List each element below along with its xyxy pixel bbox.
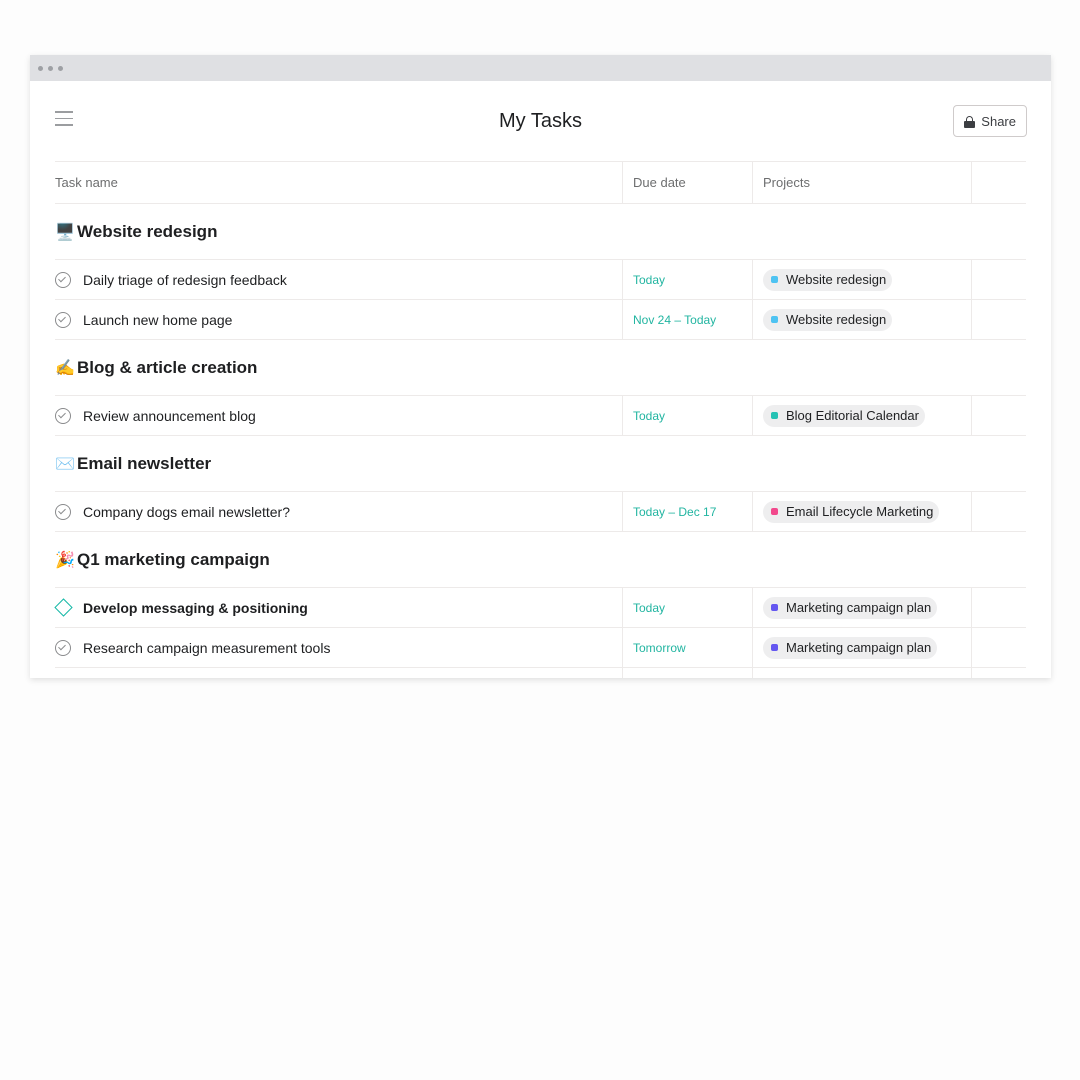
project-pill[interactable]: Marketing campaign plan [763,636,938,659]
project-color-dot [771,276,778,283]
task-row[interactable]: Daily triage of redesign feedback Today We… [55,260,1026,300]
projects-cell: Website redesign [752,260,971,299]
task-row[interactable]: Launch new home page Nov 24 – Today Websit… [55,300,1026,340]
task-name[interactable]: Company dogs email newsletter? [83,504,290,520]
projects-cell: Blog Editorial Calendar [752,396,971,435]
project-color-dot [771,412,778,419]
task-row[interactable]: Review announcement blog Today Blog Editor… [55,396,1026,436]
complete-check-icon[interactable] [55,407,71,424]
window-control-dot[interactable] [58,65,63,71]
section-header[interactable]: ✍️ Blog & article creation [55,340,1026,396]
extra-cell [971,300,1026,339]
page-header: My Tasks Share [30,81,1051,161]
due-date-cell[interactable]: Today [622,396,752,435]
extra-cell [971,588,1026,627]
project-name: Blog Editorial Calendar [786,408,919,423]
section-header[interactable]: 🖥️ Website redesign [55,204,1026,260]
complete-check-icon[interactable] [55,311,71,328]
section-emoji-icon: 🖥️ [55,223,75,241]
section-header[interactable]: 🎉 Q1 marketing campaign [55,532,1026,588]
task-name-cell: Daily triage of redesign feedback [55,260,622,299]
milestone-diamond-icon[interactable] [54,598,73,617]
task-name[interactable]: Research campaign measurement tools [83,640,330,656]
project-name: Website redesign [786,312,887,327]
project-pill[interactable]: Blog Editorial Calendar [763,404,925,427]
project-name: Marketing campaign plan [786,600,932,615]
project-pill[interactable]: Marketing campaign plan [763,596,938,619]
task-row[interactable]: Develop messaging & positioning Today Mark… [54,588,1026,628]
task-name[interactable]: Launch new home page [83,312,232,328]
project-pill[interactable]: Website redesign [763,308,893,331]
section-header[interactable]: ✉️ Email newsletter [55,436,1026,492]
projects-cell: Marketing campaign plan [752,588,971,627]
complete-check-icon[interactable] [55,271,71,288]
task-row[interactable]: Company dogs email newsletter? Today – De… [55,492,1026,532]
table-header-row: Task name Due date Projects [55,161,1026,204]
projects-cell: Email Lifecycle Marketing [752,492,971,531]
extra-cell [971,492,1026,531]
project-color-dot [771,644,778,651]
due-date-cell[interactable]: Today [622,260,752,299]
window-control-dot[interactable] [38,65,43,71]
task-name-cell: Research campaign measurement tools [55,628,622,667]
window-control-dot[interactable] [48,65,53,71]
due-date-cell[interactable]: Nov 24 – Today [622,300,752,339]
column-header-extra [971,162,1026,203]
extra-cell [971,396,1026,435]
project-name: Marketing campaign plan [786,640,932,655]
projects-cell: Marketing campaign plan [752,628,971,667]
project-color-dot [771,508,778,515]
column-header-projects[interactable]: Projects [752,162,971,203]
table-row-partial [55,668,1026,678]
section-title: Website redesign [77,221,218,241]
sections-container: 🖥️ Website redesign Daily triage of redesi… [54,204,1026,668]
due-date: Today – Dec 17 [633,504,717,519]
app-window: My Tasks Share Task name Due date Projec… [30,55,1051,678]
lock-icon [964,115,976,128]
section-title: Blog & article creation [77,357,258,377]
project-color-dot [771,604,778,611]
task-name-cell: Review announcement blog [55,396,622,435]
due-date: Tomorrow [633,640,686,655]
section-emoji-icon: ✍️ [55,359,75,377]
project-name: Email Lifecycle Marketing [786,504,934,519]
projects-cell: Website redesign [752,300,971,339]
task-name-cell: Company dogs email newsletter? [55,492,622,531]
section-emoji-icon: ✉️ [55,455,75,473]
window-titlebar [30,55,1051,81]
due-date-cell[interactable]: Today [622,588,752,627]
section-title: Email newsletter [77,453,212,473]
section-title: Q1 marketing campaign [77,549,270,569]
task-name[interactable]: Daily triage of redesign feedback [83,272,287,288]
column-header-task-name[interactable]: Task name [55,162,622,203]
project-color-dot [771,316,778,323]
project-pill[interactable]: Website redesign [763,268,893,291]
complete-check-icon[interactable] [55,503,71,520]
task-table: Task name Due date Projects 🖥️ Website re… [54,161,1026,678]
due-date: Nov 24 – Today [633,312,717,327]
share-button[interactable]: Share [953,105,1027,137]
section-emoji-icon: 🎉 [55,551,75,569]
due-date: Today [633,600,666,615]
task-row[interactable]: Research campaign measurement tools Tomor… [55,628,1026,668]
column-header-due-date[interactable]: Due date [622,162,752,203]
extra-cell [971,260,1026,299]
task-name[interactable]: Develop messaging & positioning [83,600,308,616]
due-date: Today [633,408,666,423]
task-name-cell: Launch new home page [55,300,622,339]
task-name-cell: Develop messaging & positioning [54,588,622,627]
task-name[interactable]: Review announcement blog [83,408,256,424]
project-name: Website redesign [786,272,887,287]
project-pill[interactable]: Email Lifecycle Marketing [763,500,940,523]
share-button-label: Share [981,113,1016,129]
extra-cell [971,628,1026,667]
due-date-cell[interactable]: Tomorrow [622,628,752,667]
due-date-cell[interactable]: Today – Dec 17 [622,492,752,531]
complete-check-icon[interactable] [55,639,71,656]
due-date: Today [633,272,666,287]
page-title: My Tasks [499,110,582,132]
